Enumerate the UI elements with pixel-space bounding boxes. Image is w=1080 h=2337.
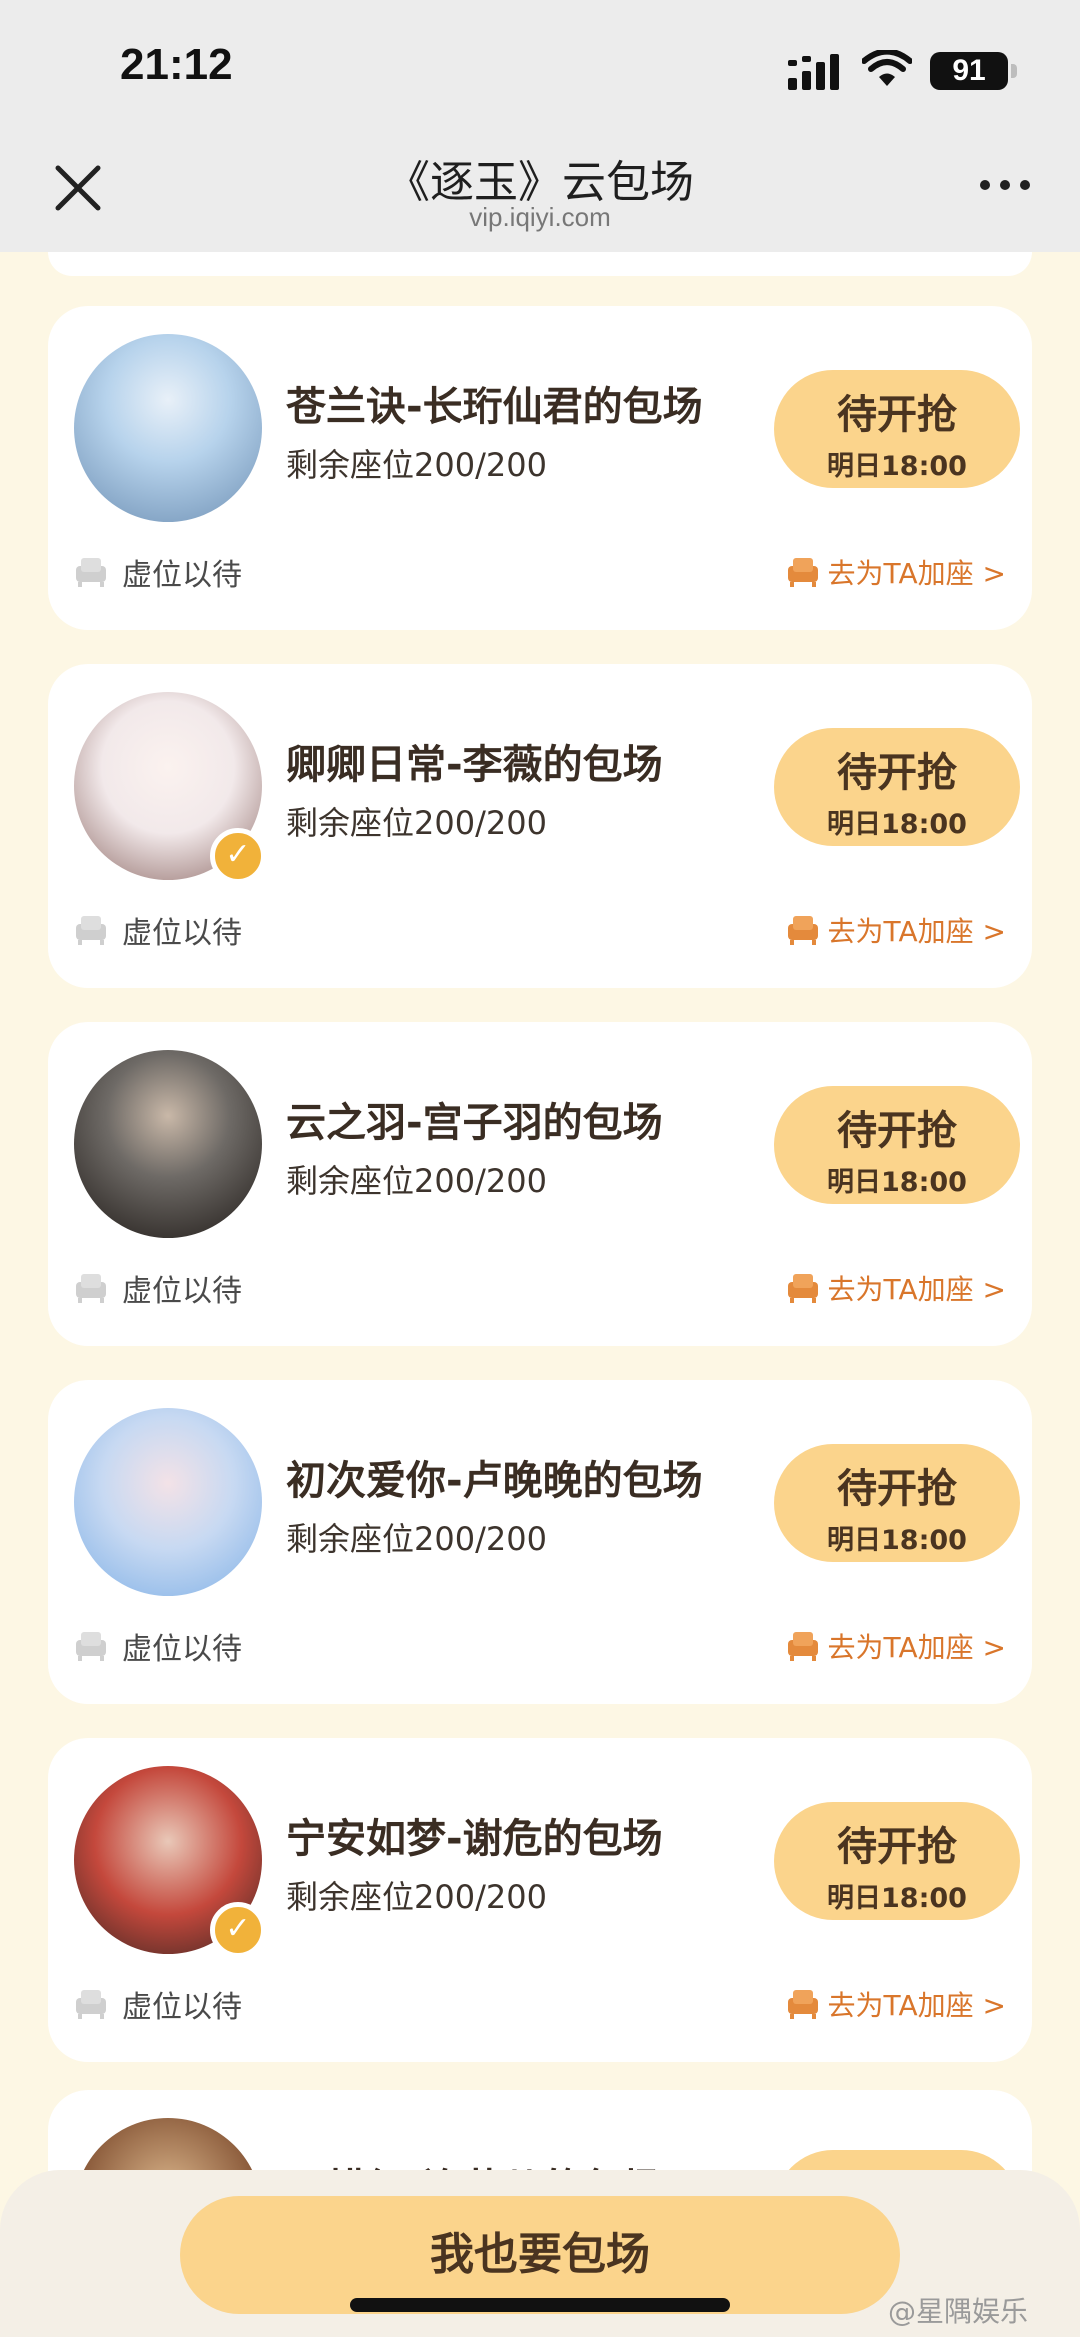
add-seat-text: 去为TA加座 > xyxy=(827,1989,1006,2022)
seats-remaining: 剩余座位200/200 xyxy=(286,1520,547,1558)
card-title: 初次爱你-卢晚晚的包场 xyxy=(286,1458,703,1504)
wait-text: 虚位以待 xyxy=(122,1274,242,1309)
cellular-signal-icon xyxy=(788,54,839,90)
empty-seat-icon xyxy=(76,1632,106,1661)
watermark: @星隅娱乐 xyxy=(888,2295,1029,2328)
create-screening-button[interactable]: 我也要包场 xyxy=(180,2196,900,2314)
seat-icon xyxy=(787,1632,818,1661)
grab-time: 明日18:00 xyxy=(827,451,967,482)
status-time: 21:12 xyxy=(120,40,233,89)
wait-text: 虚位以待 xyxy=(122,916,242,951)
grab-label: 待开抢 xyxy=(837,1466,957,1512)
add-seat-link[interactable]: 去为TA加座 > xyxy=(786,552,1006,592)
battery-icon: 91 xyxy=(930,52,1017,90)
add-seat-text: 去为TA加座 > xyxy=(827,557,1006,590)
card-title: 宁安如梦-谢危的包场 xyxy=(286,1816,663,1862)
screening-card[interactable]: 苍兰诀-长珩仙君的包场 剩余座位200/200 待开抢 明日18:00 虚位以待… xyxy=(48,306,1032,630)
grab-label: 待开抢 xyxy=(837,1108,957,1154)
add-seat-text: 去为TA加座 > xyxy=(827,915,1006,948)
grab-time: 明日18:00 xyxy=(827,1525,967,1556)
card-title: 卿卿日常-李薇的包场 xyxy=(286,742,663,788)
grab-time: 明日18:00 xyxy=(827,1167,967,1198)
screening-card[interactable]: 初次爱你-卢晚晚的包场 剩余座位200/200 待开抢 明日18:00 虚位以待… xyxy=(48,1380,1032,1704)
empty-seat-icon xyxy=(76,1274,106,1303)
avatar xyxy=(74,1408,262,1596)
placeholder-seat: 虚位以待 xyxy=(74,1268,242,1309)
seats-remaining: 剩余座位200/200 xyxy=(286,804,547,842)
screening-card[interactable]: ✓ 宁安如梦-谢危的包场 剩余座位200/200 待开抢 明日18:00 虚位以… xyxy=(48,1738,1032,2062)
empty-seat-icon xyxy=(76,558,106,587)
empty-seat-icon xyxy=(76,1990,106,2019)
grab-label: 待开抢 xyxy=(837,392,957,438)
placeholder-seat: 虚位以待 xyxy=(74,1626,242,1667)
add-seat-link[interactable]: 去为TA加座 > xyxy=(786,1626,1006,1666)
grab-label: 待开抢 xyxy=(837,1824,957,1870)
seat-icon xyxy=(787,1990,818,2019)
home-indicator xyxy=(350,2298,730,2312)
wait-text: 虚位以待 xyxy=(122,1990,242,2025)
card-title: 云之羽-宫子羽的包场 xyxy=(286,1100,663,1146)
grab-label: 待开抢 xyxy=(837,750,957,796)
placeholder-seat: 虚位以待 xyxy=(74,552,242,593)
seats-remaining: 剩余座位200/200 xyxy=(286,446,547,484)
previous-card-edge xyxy=(48,252,1032,276)
seat-icon xyxy=(787,558,818,587)
wait-text: 虚位以待 xyxy=(122,558,242,593)
seats-remaining: 剩余座位200/200 xyxy=(286,1162,547,1200)
add-seat-text: 去为TA加座 > xyxy=(827,1273,1006,1306)
wait-text: 虚位以待 xyxy=(122,1632,242,1667)
add-seat-link[interactable]: 去为TA加座 > xyxy=(786,1984,1006,2024)
grab-time: 明日18:00 xyxy=(827,809,967,840)
wifi-icon xyxy=(862,50,912,86)
grab-button[interactable]: 待开抢 明日18:00 xyxy=(774,728,1020,846)
add-seat-text: 去为TA加座 > xyxy=(827,1631,1006,1664)
placeholder-seat: 虚位以待 xyxy=(74,910,242,951)
seats-remaining: 剩余座位200/200 xyxy=(286,1878,547,1916)
avatar xyxy=(74,334,262,522)
seat-icon xyxy=(787,916,818,945)
card-title: 苍兰诀-长珩仙君的包场 xyxy=(286,384,703,430)
page-url: vip.iqiyi.com xyxy=(469,202,611,232)
battery-level: 91 xyxy=(952,54,986,87)
avatar xyxy=(74,1050,262,1238)
screening-card[interactable]: 云之羽-宫子羽的包场 剩余座位200/200 待开抢 明日18:00 虚位以待 … xyxy=(48,1022,1032,1346)
grab-time: 明日18:00 xyxy=(827,1883,967,1914)
screening-card[interactable]: ✓ 卿卿日常-李薇的包场 剩余座位200/200 待开抢 明日18:00 虚位以… xyxy=(48,664,1032,988)
verified-badge-icon: ✓ xyxy=(210,1902,266,1958)
verified-badge-icon: ✓ xyxy=(210,828,266,884)
grab-button[interactable]: 待开抢 明日18:00 xyxy=(774,370,1020,488)
grab-button[interactable]: 待开抢 明日18:00 xyxy=(774,1444,1020,1562)
seat-icon xyxy=(787,1274,818,1303)
add-seat-link[interactable]: 去为TA加座 > xyxy=(786,1268,1006,1308)
empty-seat-icon xyxy=(76,916,106,945)
add-seat-link[interactable]: 去为TA加座 > xyxy=(786,910,1006,950)
page-title: 《逐玉》云包场 xyxy=(386,157,694,208)
grab-button[interactable]: 待开抢 明日18:00 xyxy=(774,1802,1020,1920)
more-options-icon[interactable] xyxy=(975,165,1035,205)
placeholder-seat: 虚位以待 xyxy=(74,1984,242,2025)
app-header: 21:12 91 《逐玉》云包场 vip.iqiyi.com xyxy=(0,0,1080,252)
grab-button[interactable]: 待开抢 明日18:00 xyxy=(774,1086,1020,1204)
